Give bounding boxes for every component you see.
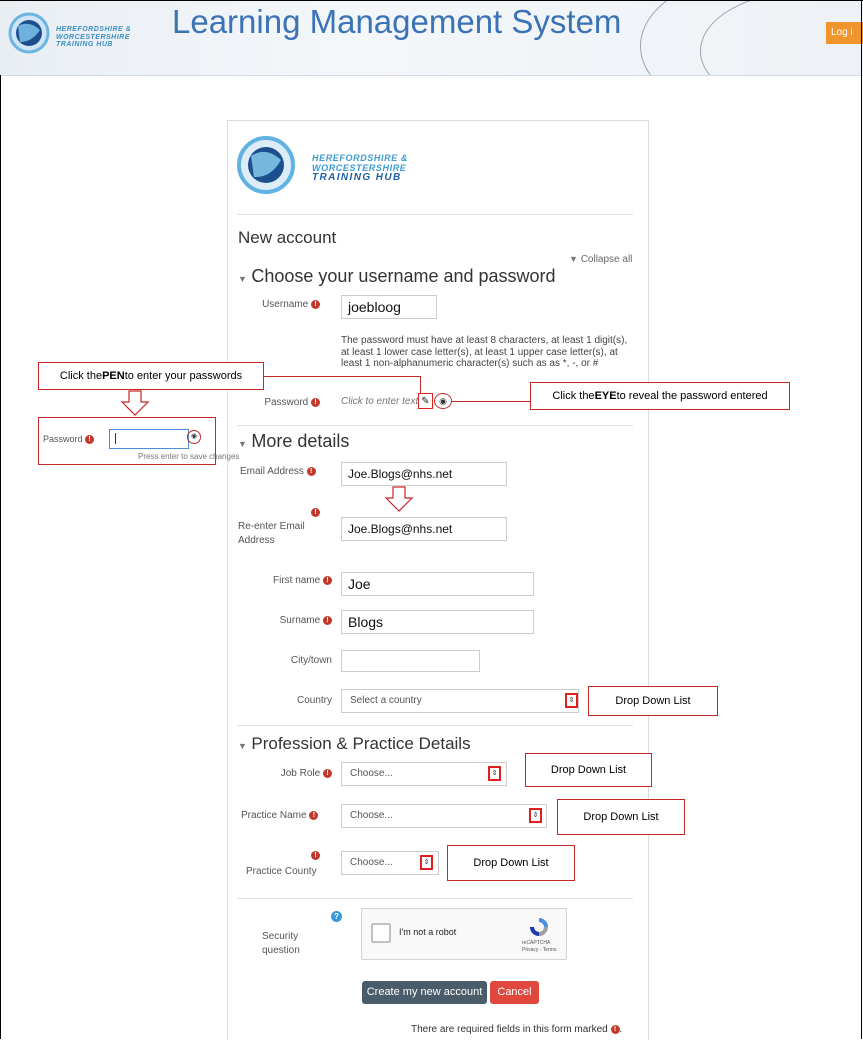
text-cursor — [115, 433, 116, 444]
site-header: HEREFORDSHIRE & WORCESTERSHIRE TRAINING … — [0, 0, 863, 76]
caret-down-icon: ▼ — [569, 254, 578, 264]
caret-down-icon: ▼ — [238, 274, 247, 284]
jobrole-label: Job Role ! — [240, 768, 332, 779]
surname-label: Surname ! — [240, 615, 332, 626]
recaptcha-label: I'm not a robot — [399, 927, 457, 937]
caret-down-icon: ▼ — [238, 741, 247, 751]
required-fields-note: There are required fields in this form m… — [411, 1024, 623, 1035]
eye-reveal-icon[interactable]: ◉ — [434, 393, 452, 409]
arrow-down-icon — [384, 486, 414, 512]
select-arrows-icon[interactable]: ⇕ — [488, 766, 501, 781]
practicecounty-required-icon: ! — [311, 847, 320, 865]
callout-pen: Click the PEN to enter your passwords — [38, 362, 264, 390]
select-arrows-icon[interactable]: ⇕ — [420, 855, 433, 870]
username-input[interactable]: joebloog — [341, 295, 437, 319]
firstname-input[interactable]: Joe — [341, 572, 534, 596]
jobrole-select[interactable]: Choose... — [341, 762, 507, 786]
callout-line — [264, 376, 420, 377]
practicename-select[interactable]: Choose... — [341, 804, 547, 828]
arrow-down-icon — [120, 390, 150, 416]
required-icon: ! — [311, 299, 320, 309]
recaptcha-links[interactable]: Privacy - Terms — [522, 947, 556, 953]
create-account-button[interactable]: Create my new account — [362, 981, 487, 1004]
divider — [237, 214, 633, 215]
required-icon: ! — [85, 435, 95, 445]
required-icon: ! — [306, 466, 316, 476]
required-icon: ! — [311, 397, 320, 407]
country-select[interactable]: Select a country — [341, 689, 579, 713]
country-label: Country — [296, 695, 332, 706]
security-question-label: Security question — [262, 931, 300, 956]
recaptcha-brand: reCAPTCHA — [522, 940, 551, 946]
help-icon[interactable]: ? — [331, 911, 342, 922]
recaptcha-logo-icon — [530, 918, 548, 936]
firstname-label: First name ! — [240, 575, 332, 586]
practicename-label: Practice Name ! — [241, 810, 341, 821]
training-hub-logo-icon — [237, 136, 295, 194]
training-hub-logo-text: HEREFORDSHIRE & WORCESTERSHIRE TRAINING … — [312, 153, 409, 183]
username-label: Username ! — [240, 299, 320, 310]
required-icon: ! — [323, 615, 332, 625]
required-icon: ! — [610, 1024, 620, 1034]
callout-eye: Click the EYE to reveal the password ent… — [530, 382, 790, 410]
page-border — [861, 0, 862, 1039]
city-label: City/town — [290, 655, 332, 666]
required-icon: ! — [309, 810, 319, 820]
password-label: Password ! — [240, 397, 320, 408]
select-arrows-icon[interactable]: ⇕ — [529, 808, 542, 823]
page-border — [0, 0, 863, 1]
email-label: Email Address ! — [240, 466, 340, 477]
page-border — [0, 75, 1, 1039]
section-header-profession[interactable]: ▼ Profession & Practice Details — [238, 734, 471, 754]
recaptcha-widget: I'm not a robot reCAPTCHA Privacy - Term… — [361, 908, 567, 960]
callout-dropdown-country: Drop Down List — [588, 686, 718, 716]
callout-dropdown-jobrole: Drop Down List — [525, 753, 652, 787]
reemail-input[interactable]: Joe.Blogs@nhs.net — [341, 517, 507, 541]
caret-down-icon: ▼ — [238, 439, 247, 449]
collapse-all-link[interactable]: ▼ Collapse all — [569, 254, 632, 265]
divider — [237, 898, 633, 899]
callout-line — [420, 376, 421, 394]
site-logo-icon — [8, 12, 50, 54]
password-inset-example: Password ! ◉ Press enter to save changes — [38, 417, 239, 465]
recaptcha-checkbox[interactable] — [371, 923, 391, 943]
required-icon: ! — [323, 768, 332, 778]
cancel-button[interactable]: Cancel — [490, 981, 539, 1004]
callout-line — [452, 401, 530, 402]
email-input[interactable]: Joe.Blogs@nhs.net — [341, 462, 507, 486]
pen-edit-icon[interactable]: ✎ — [418, 393, 433, 409]
select-arrows-icon[interactable]: ⇕ — [565, 693, 578, 708]
surname-input[interactable]: Blogs — [341, 610, 534, 634]
form-heading: New account — [238, 228, 337, 247]
reemail-label: Re-enter Email Address — [238, 521, 305, 546]
inset-password-input[interactable] — [109, 429, 189, 449]
header-brand-text: HEREFORDSHIRE & WORCESTERSHIRE TRAINING … — [56, 26, 132, 48]
inset-password-label: Password ! — [43, 434, 95, 445]
section-header-more-details[interactable]: ▼ More details — [238, 431, 349, 452]
practicecounty-label: Practice County — [246, 866, 317, 877]
inset-hint: Press enter to save changes — [138, 452, 240, 461]
required-icon: ! — [323, 575, 332, 585]
password-rules-text: The password must have at least 8 charac… — [341, 335, 628, 369]
password-placeholder[interactable]: Click to enter text — [341, 396, 418, 407]
callout-dropdown-practicecounty: Drop Down List — [447, 845, 575, 881]
login-button[interactable]: Log i — [826, 22, 863, 44]
page-title: Learning Management System — [172, 3, 622, 40]
eye-reveal-icon[interactable]: ◉ — [187, 430, 201, 444]
section-header-username-password[interactable]: ▼ Choose your username and password — [238, 266, 556, 287]
callout-dropdown-practicename: Drop Down List — [557, 799, 685, 835]
divider — [237, 725, 633, 726]
city-input[interactable] — [341, 650, 480, 672]
divider — [237, 425, 633, 426]
